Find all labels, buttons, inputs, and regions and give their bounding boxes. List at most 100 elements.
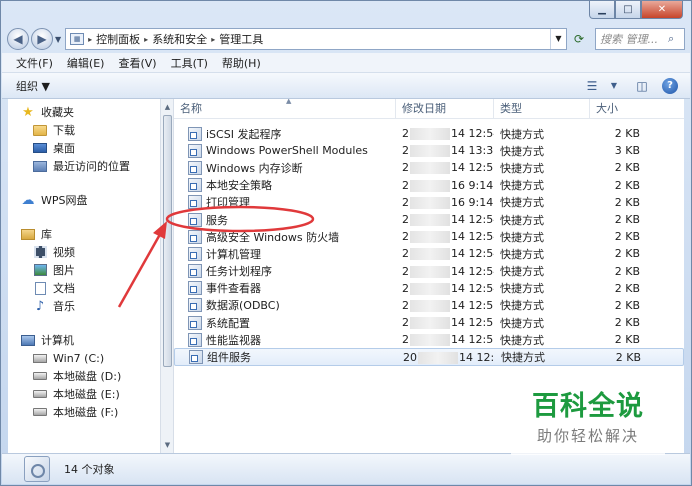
watermark-logo: 百科全说 助你轻松解决 xyxy=(511,375,665,455)
nav-recent-places[interactable]: 最近访问的位置 xyxy=(8,157,160,175)
search-input[interactable]: 搜索 管理... ⌕ xyxy=(595,28,685,50)
menu-help[interactable]: 帮助(H) xyxy=(216,55,269,71)
file-row[interactable]: 系统配置 2 14 12:53 快捷方式 2 KB xyxy=(174,314,684,331)
downloads-folder-icon xyxy=(32,123,48,137)
nav-wps-cloud[interactable]: ☁ WPS网盘 xyxy=(8,191,160,209)
shortcut-icon xyxy=(188,264,202,279)
navigation-scrollbar[interactable]: ▲ ▼ xyxy=(160,99,174,453)
file-row[interactable]: 任务计划程序 2 14 12:54 快捷方式 2 KB xyxy=(174,263,684,280)
preview-pane-icon[interactable]: ◫ xyxy=(632,77,652,95)
shortcut-icon xyxy=(188,178,202,193)
nav-pictures[interactable]: 图片 xyxy=(8,261,160,279)
file-name: 打印管理 xyxy=(206,196,250,210)
file-row[interactable]: 服务 2 14 12:54 快捷方式 2 KB xyxy=(174,211,684,228)
address-controls: ▼ xyxy=(550,29,566,49)
file-row[interactable]: 计算机管理 2 14 12:54 快捷方式 2 KB xyxy=(174,245,684,262)
recent-pages-dropdown-icon[interactable]: ▼ xyxy=(55,35,61,44)
file-row[interactable]: 组件服务 20 14 12:57 快捷方式 2 KB xyxy=(174,348,684,366)
date-prefix: 2 xyxy=(402,213,409,227)
nav-drive-c[interactable]: Win7 (C:) xyxy=(8,349,160,367)
minimize-button[interactable]: ▁ xyxy=(589,1,615,19)
address-history-dropdown-icon[interactable]: ▼ xyxy=(550,29,566,49)
file-row[interactable]: 打印管理 2 16 9:14 快捷方式 2 KB xyxy=(174,194,684,211)
address-bar[interactable]: ▦ ▸ 控制面板 ▸ 系统和安全 ▸ 管理工具 ▼ xyxy=(65,28,567,50)
nav-documents[interactable]: 文档 xyxy=(8,279,160,297)
view-dropdown-icon[interactable]: ▼ xyxy=(604,77,624,95)
file-size: 2 KB xyxy=(614,230,640,244)
column-header-name[interactable]: 名称 xyxy=(174,99,396,119)
file-type: 快捷方式 xyxy=(500,316,544,330)
breadcrumb-control-panel[interactable]: 控制面板 xyxy=(92,31,144,47)
file-row[interactable]: Windows PowerShell Modules 2 14 13:32 快捷方式 3… xyxy=(174,142,684,159)
file-row[interactable]: iSCSI 发起程序 2 14 12:54 快捷方式 2 KB xyxy=(174,125,684,142)
nav-drive-e[interactable]: 本地磁盘 (E:) xyxy=(8,385,160,403)
file-name-cell: 本地安全策略 xyxy=(174,177,396,193)
star-icon: ★ xyxy=(22,104,34,120)
forward-button[interactable]: ▶ xyxy=(31,28,53,50)
column-header-date[interactable]: 修改日期 xyxy=(396,99,494,119)
file-date: 2 14 12:53 xyxy=(396,316,494,330)
nav-computer[interactable]: 计算机 xyxy=(8,331,160,349)
column-header-size[interactable]: 大小 xyxy=(590,99,648,119)
date-suffix: 14 12:54 xyxy=(451,247,494,261)
nav-drive-d[interactable]: 本地磁盘 (D:) xyxy=(8,367,160,385)
nav-downloads-label: 下载 xyxy=(53,124,75,137)
blurred-date-redaction xyxy=(410,214,450,227)
nav-favorites[interactable]: ★ 收藏夹 xyxy=(8,103,160,121)
file-type: 快捷方式 xyxy=(500,333,544,347)
search-icon[interactable]: ⌕ xyxy=(668,32,684,46)
file-name: 组件服务 xyxy=(207,351,251,365)
menu-edit[interactable]: 编辑(E) xyxy=(61,55,113,71)
close-button[interactable]: ✕ xyxy=(641,1,683,19)
scroll-down-icon[interactable]: ▼ xyxy=(162,439,173,451)
music-icon: ♪ xyxy=(35,298,45,314)
nav-drive-f[interactable]: 本地磁盘 (F:) xyxy=(8,403,160,421)
document-icon xyxy=(32,281,48,295)
date-suffix: 14 12:53 xyxy=(451,333,494,347)
breadcrumb-system-security[interactable]: 系统和安全 xyxy=(148,31,211,47)
file-type: 快捷方式 xyxy=(500,282,544,296)
shortcut-icon xyxy=(188,126,202,141)
help-icon[interactable]: ? xyxy=(660,77,680,95)
navigation-row: ◀ ▶ ▼ ▦ ▸ 控制面板 ▸ 系统和安全 ▸ 管理工具 ▼ ⟳ 搜索 管理.… xyxy=(7,27,685,51)
organize-button[interactable]: 组织 ▼ xyxy=(16,78,50,94)
windows-drive-icon xyxy=(32,351,48,365)
file-row[interactable]: 事件查看器 2 14 12:54 快捷方式 2 KB xyxy=(174,280,684,297)
nav-drive-e-label: 本地磁盘 (E:) xyxy=(53,388,120,401)
refresh-icon[interactable]: ⟳ xyxy=(569,32,589,46)
menu-tools[interactable]: 工具(T) xyxy=(165,55,216,71)
file-size: 2 KB xyxy=(614,161,640,175)
library-icon xyxy=(20,227,36,241)
nav-downloads[interactable]: 下载 xyxy=(8,121,160,139)
file-row[interactable]: 本地安全策略 2 16 9:14 快捷方式 2 KB xyxy=(174,177,684,194)
file-row[interactable]: 数据源(ODBC) 2 14 12:53 快捷方式 2 KB xyxy=(174,297,684,314)
menu-view[interactable]: 查看(V) xyxy=(112,55,164,71)
file-size: 2 KB xyxy=(614,298,640,312)
control-panel-icon: ▦ xyxy=(70,33,85,45)
file-name-cell: 计算机管理 xyxy=(174,246,396,262)
file-date: 2 14 12:53 xyxy=(396,333,494,347)
maximize-button[interactable]: □ xyxy=(615,1,641,19)
menu-file[interactable]: 文件(F) xyxy=(10,55,61,71)
file-row[interactable]: 高级安全 Windows 防火墙 2 14 12:54 快捷方式 2 KB xyxy=(174,228,684,245)
file-name-cell: 高级安全 Windows 防火墙 xyxy=(174,229,396,245)
file-row[interactable]: 性能监视器 2 14 12:53 快捷方式 2 KB xyxy=(174,331,684,348)
nav-libraries[interactable]: 库 xyxy=(8,225,160,243)
nav-videos[interactable]: 视频 xyxy=(8,243,160,261)
file-date: 20 14 12:57 xyxy=(397,351,495,364)
view-options-icon[interactable]: ☰ xyxy=(582,77,602,95)
back-button[interactable]: ◀ xyxy=(7,28,29,50)
nav-desktop[interactable]: 桌面 xyxy=(8,139,160,157)
date-prefix: 2 xyxy=(402,316,409,330)
scroll-thumb[interactable] xyxy=(163,115,172,367)
scroll-up-icon[interactable]: ▲ xyxy=(162,101,173,113)
file-date: 2 16 9:14 xyxy=(396,196,494,209)
search-placeholder: 搜索 管理... xyxy=(600,33,658,46)
sort-ascending-icon: ▲ xyxy=(286,99,292,105)
nav-drive-c-label: Win7 (C:) xyxy=(53,351,105,365)
file-row[interactable]: Windows 内存诊断 2 14 12:53 快捷方式 2 KB xyxy=(174,159,684,176)
breadcrumb-admin-tools[interactable]: 管理工具 xyxy=(215,31,267,47)
column-header-type[interactable]: 类型 xyxy=(494,99,590,119)
nav-drive-f-label: 本地磁盘 (F:) xyxy=(53,406,119,419)
nav-music[interactable]: ♪ 音乐 xyxy=(8,297,160,315)
